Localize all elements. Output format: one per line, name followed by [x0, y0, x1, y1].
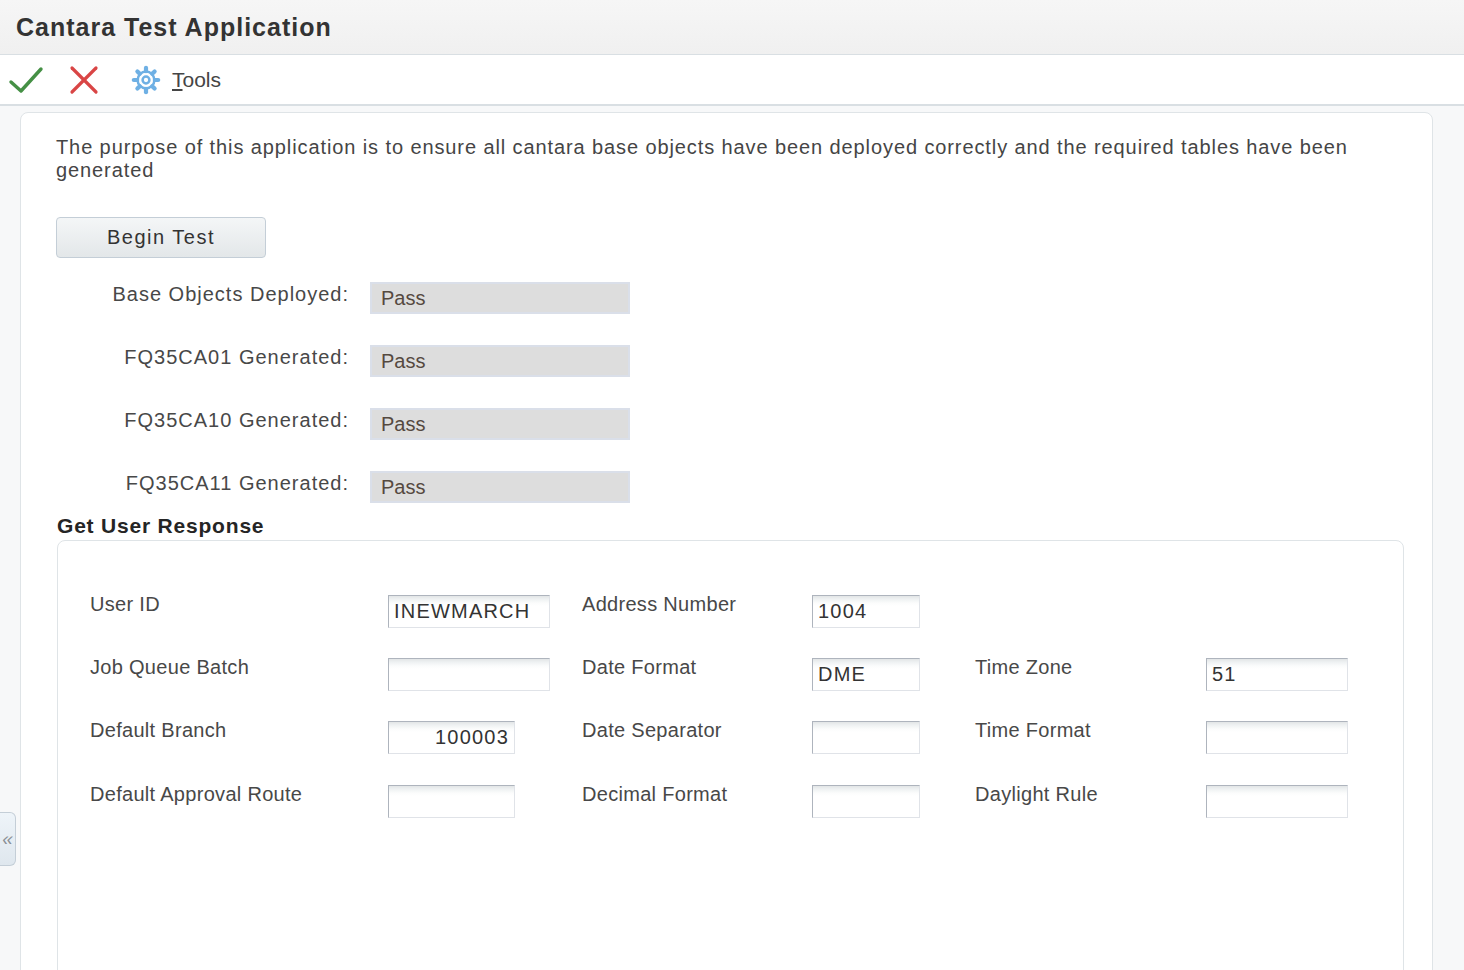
address-number-label: Address Number	[582, 593, 736, 615]
daylight-rule-input[interactable]	[1206, 785, 1348, 818]
date-format-input[interactable]	[812, 658, 920, 691]
ok-check-icon[interactable]	[8, 66, 44, 94]
begin-test-button[interactable]: Begin Test	[56, 217, 266, 258]
date-separator-input[interactable]	[812, 721, 920, 754]
purpose-text: The purpose of this application is to en…	[56, 136, 1376, 182]
base-objects-deployed-label: Base Objects Deployed:	[21, 283, 349, 305]
window-title: Cantara Test Application	[16, 13, 332, 42]
time-format-input[interactable]	[1206, 721, 1348, 754]
date-format-label: Date Format	[582, 656, 696, 678]
fq35ca11-generated-label: FQ35CA11 Generated:	[21, 472, 349, 494]
time-zone-input[interactable]	[1206, 658, 1348, 691]
fq35ca01-generated-label: FQ35CA01 Generated:	[21, 346, 349, 368]
decimal-format-input[interactable]	[812, 785, 920, 818]
tools-menu-item[interactable]: Tools	[172, 68, 221, 92]
default-approval-route-input[interactable]	[388, 785, 515, 818]
fq35ca10-generated-value: Pass	[370, 408, 630, 440]
window-titlebar: Cantara Test Application	[0, 0, 1464, 55]
cancel-x-icon[interactable]	[69, 65, 99, 95]
purpose-line2: generated	[56, 159, 1376, 182]
time-format-label: Time Format	[975, 719, 1091, 741]
user-id-label: User ID	[90, 593, 160, 615]
default-branch-input[interactable]	[388, 721, 515, 754]
main-panel: The purpose of this application is to en…	[20, 112, 1433, 970]
address-number-input[interactable]	[812, 595, 920, 628]
fq35ca11-generated-value: Pass	[370, 471, 630, 503]
purpose-line1: The purpose of this application is to en…	[56, 136, 1376, 159]
time-zone-label: Time Zone	[975, 656, 1073, 678]
collapse-chevrons-icon: «	[2, 828, 13, 850]
daylight-rule-label: Daylight Rule	[975, 783, 1098, 805]
decimal-format-label: Decimal Format	[582, 783, 727, 805]
sidebar-collapse-handle[interactable]: «	[0, 812, 16, 866]
content-background: The purpose of this application is to en…	[0, 106, 1464, 970]
default-branch-label: Default Branch	[90, 719, 227, 741]
user-id-input[interactable]	[388, 595, 550, 628]
job-queue-batch-label: Job Queue Batch	[90, 656, 249, 678]
get-user-response-title: Get User Response	[57, 513, 264, 539]
default-approval-route-label: Default Approval Route	[90, 783, 302, 805]
date-separator-label: Date Separator	[582, 719, 722, 741]
toolbar: Tools	[0, 55, 1464, 106]
fq35ca10-generated-label: FQ35CA10 Generated:	[21, 409, 349, 431]
job-queue-batch-input[interactable]	[388, 658, 550, 691]
fq35ca01-generated-value: Pass	[370, 345, 630, 377]
get-user-response-group: User ID Address Number Job Queue Batch D…	[57, 540, 1404, 970]
base-objects-deployed-value: Pass	[370, 282, 630, 314]
gear-icon[interactable]	[131, 65, 161, 95]
